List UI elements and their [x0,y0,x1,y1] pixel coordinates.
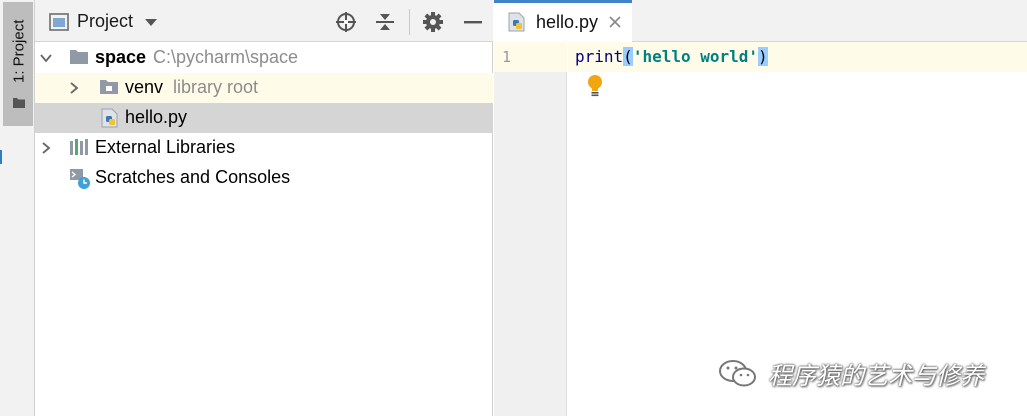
collapse-all-button[interactable] [374,11,396,33]
python-file-icon [101,108,118,128]
locate-file-button[interactable] [335,11,357,33]
editor-tab-bar: hello.py [494,0,1027,42]
libraries-icon [70,139,88,155]
tool-window-stripe: 1: Project [0,0,35,416]
settings-button[interactable] [422,11,444,33]
code-close-paren: ) [758,47,768,66]
code-string: 'hello world' [632,47,759,66]
wechat-icon [719,359,756,386]
stripe-edge-marker [0,150,2,164]
collapse-all-icon [376,14,394,30]
tree-item-label: venv [125,77,164,97]
crosshair-icon [336,12,356,32]
watermark: 程序猿的艺术与修养 [718,356,984,391]
editor-area: hello.py 1 print('hello world') [494,0,1027,416]
tree-item-label: External Libraries [95,137,236,157]
folder-icon [13,98,25,108]
project-panel-title: Project [77,11,134,31]
header-separator [409,9,410,35]
chevron-down-icon[interactable] [39,51,53,65]
chevron-down-icon [145,18,158,26]
python-file-icon [508,12,525,32]
tree-item-hint: library root [173,77,259,97]
library-folder-icon [100,80,118,94]
project-tool-window-button[interactable]: 1: Project [3,2,33,126]
watermark-text: 程序猿的艺术与修养 [768,362,984,390]
gear-icon [423,12,443,32]
project-view-selector[interactable]: Project [49,11,158,32]
code-function: print [575,47,624,66]
chevron-right-icon[interactable] [67,81,81,95]
tree-item-space[interactable]: space C:\pycharm\space [35,43,493,73]
tree-item-label: Scratches and Consoles [95,167,291,187]
chevron-right-icon[interactable] [39,141,53,155]
project-panel: Project space C:\pycharm\space venv libr… [35,0,493,416]
editor-gutter: 1 [494,42,567,416]
tab-label: hello.py [536,12,599,32]
tree-item-scratches-and-consoles[interactable]: Scratches and Consoles [35,163,493,193]
close-icon[interactable] [608,15,622,29]
tree-item-external-libraries[interactable]: External Libraries [35,133,493,163]
tree-item-path: C:\pycharm\space [153,47,299,67]
tree-item-venv[interactable]: venv library root [35,73,493,103]
line-number: 1 [502,48,512,66]
tree-item-label: hello.py [125,107,188,127]
hide-panel-button[interactable] [462,11,484,33]
minimize-icon [464,21,482,24]
folder-icon [70,50,88,64]
code-open-paren: ( [623,47,633,66]
project-tool-window-label: 1: Project [10,19,28,83]
code-line[interactable]: print('hello world') [575,47,768,66]
tab-hello-py[interactable]: hello.py [494,0,632,42]
project-panel-header: Project [35,0,493,42]
tree-item-hello-py[interactable]: hello.py [35,103,493,133]
project-window-icon [49,12,69,31]
lightbulb-icon[interactable] [586,74,604,98]
tree-item-label: space [95,47,147,67]
scratches-icon [70,169,90,189]
